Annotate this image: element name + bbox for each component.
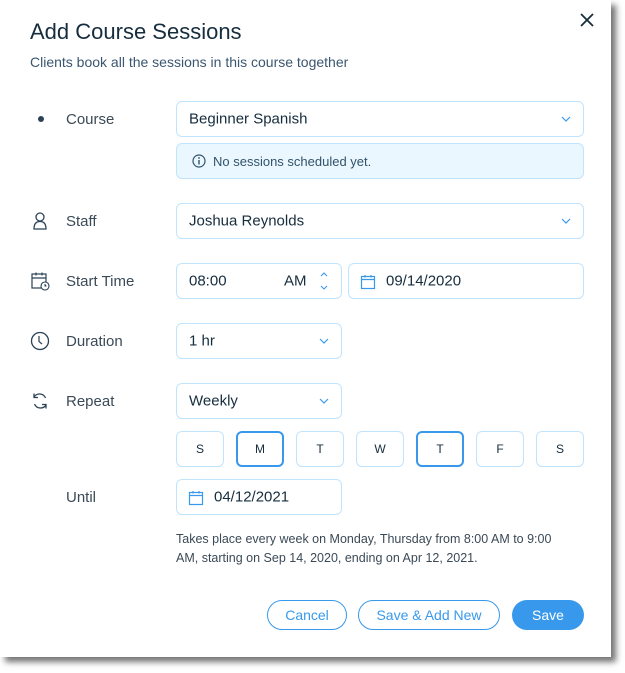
dialog-title: Add Course Sessions (30, 19, 242, 44)
save-button[interactable]: Save (512, 600, 584, 630)
day-toggle-friday[interactable]: F (476, 431, 524, 467)
start-date-value: 09/14/2020 (386, 272, 462, 290)
cancel-button[interactable]: Cancel (267, 600, 347, 630)
info-icon (192, 154, 206, 168)
day-toggle-thursday[interactable]: T (416, 431, 464, 467)
duration-value: 1 hr (189, 332, 215, 350)
dialog-subtitle: Clients book all the sessions in this co… (30, 54, 349, 70)
ampm-value: AM (284, 272, 307, 290)
start-date-input[interactable]: 09/14/2020 (348, 263, 584, 299)
repeat-label: Repeat (66, 393, 115, 410)
close-icon[interactable] (578, 11, 596, 29)
until-label: Until (66, 489, 97, 506)
schedule-summary: Takes place every week on Monday, Thursd… (176, 532, 552, 565)
info-banner: No sessions scheduled yet. (176, 143, 584, 179)
staff-value: Joshua Reynolds (189, 212, 305, 230)
info-text: No sessions scheduled yet. (213, 154, 372, 169)
save-and-add-new-button[interactable]: Save & Add New (358, 600, 500, 630)
staff-label: Staff (66, 213, 97, 230)
duration-select[interactable]: 1 hr (176, 323, 342, 359)
chevron-down-icon (561, 218, 571, 224)
day-toggle-monday[interactable]: M (236, 431, 284, 467)
day-toggle-tuesday[interactable]: T (296, 431, 344, 467)
chevron-down-icon (561, 116, 571, 122)
time-input[interactable]: 08:00 AM (176, 263, 342, 299)
course-select[interactable]: Beginner Spanish (176, 101, 584, 137)
chevron-down-icon (319, 338, 329, 344)
repeat-icon (33, 393, 47, 409)
duration-label: Duration (66, 333, 123, 350)
time-stepper-icon[interactable] (319, 270, 329, 292)
day-toggle-saturday[interactable]: S (536, 431, 584, 467)
repeat-select[interactable]: Weekly (176, 383, 342, 419)
staff-select[interactable]: Joshua Reynolds (176, 203, 584, 239)
calendar-icon (360, 275, 376, 290)
time-value: 08:00 (189, 272, 227, 290)
required-bullet-icon (38, 116, 44, 122)
repeat-value: Weekly (189, 392, 238, 410)
add-course-sessions-dialog: Add Course Sessions Clients book all the… (0, 0, 611, 657)
calendar-icon (188, 491, 204, 506)
course-value: Beginner Spanish (189, 110, 308, 128)
clock-icon (30, 331, 50, 351)
until-date-input[interactable]: 04/12/2021 (176, 479, 342, 515)
course-label: Course (66, 111, 115, 128)
chevron-down-icon (319, 398, 329, 404)
person-icon (33, 212, 47, 230)
start-time-label: Start Time (66, 273, 135, 290)
until-date-value: 04/12/2021 (214, 488, 290, 506)
day-toggle-wednesday[interactable]: W (356, 431, 404, 467)
calendar-clock-icon (31, 272, 50, 291)
day-toggle-sunday[interactable]: S (176, 431, 224, 467)
